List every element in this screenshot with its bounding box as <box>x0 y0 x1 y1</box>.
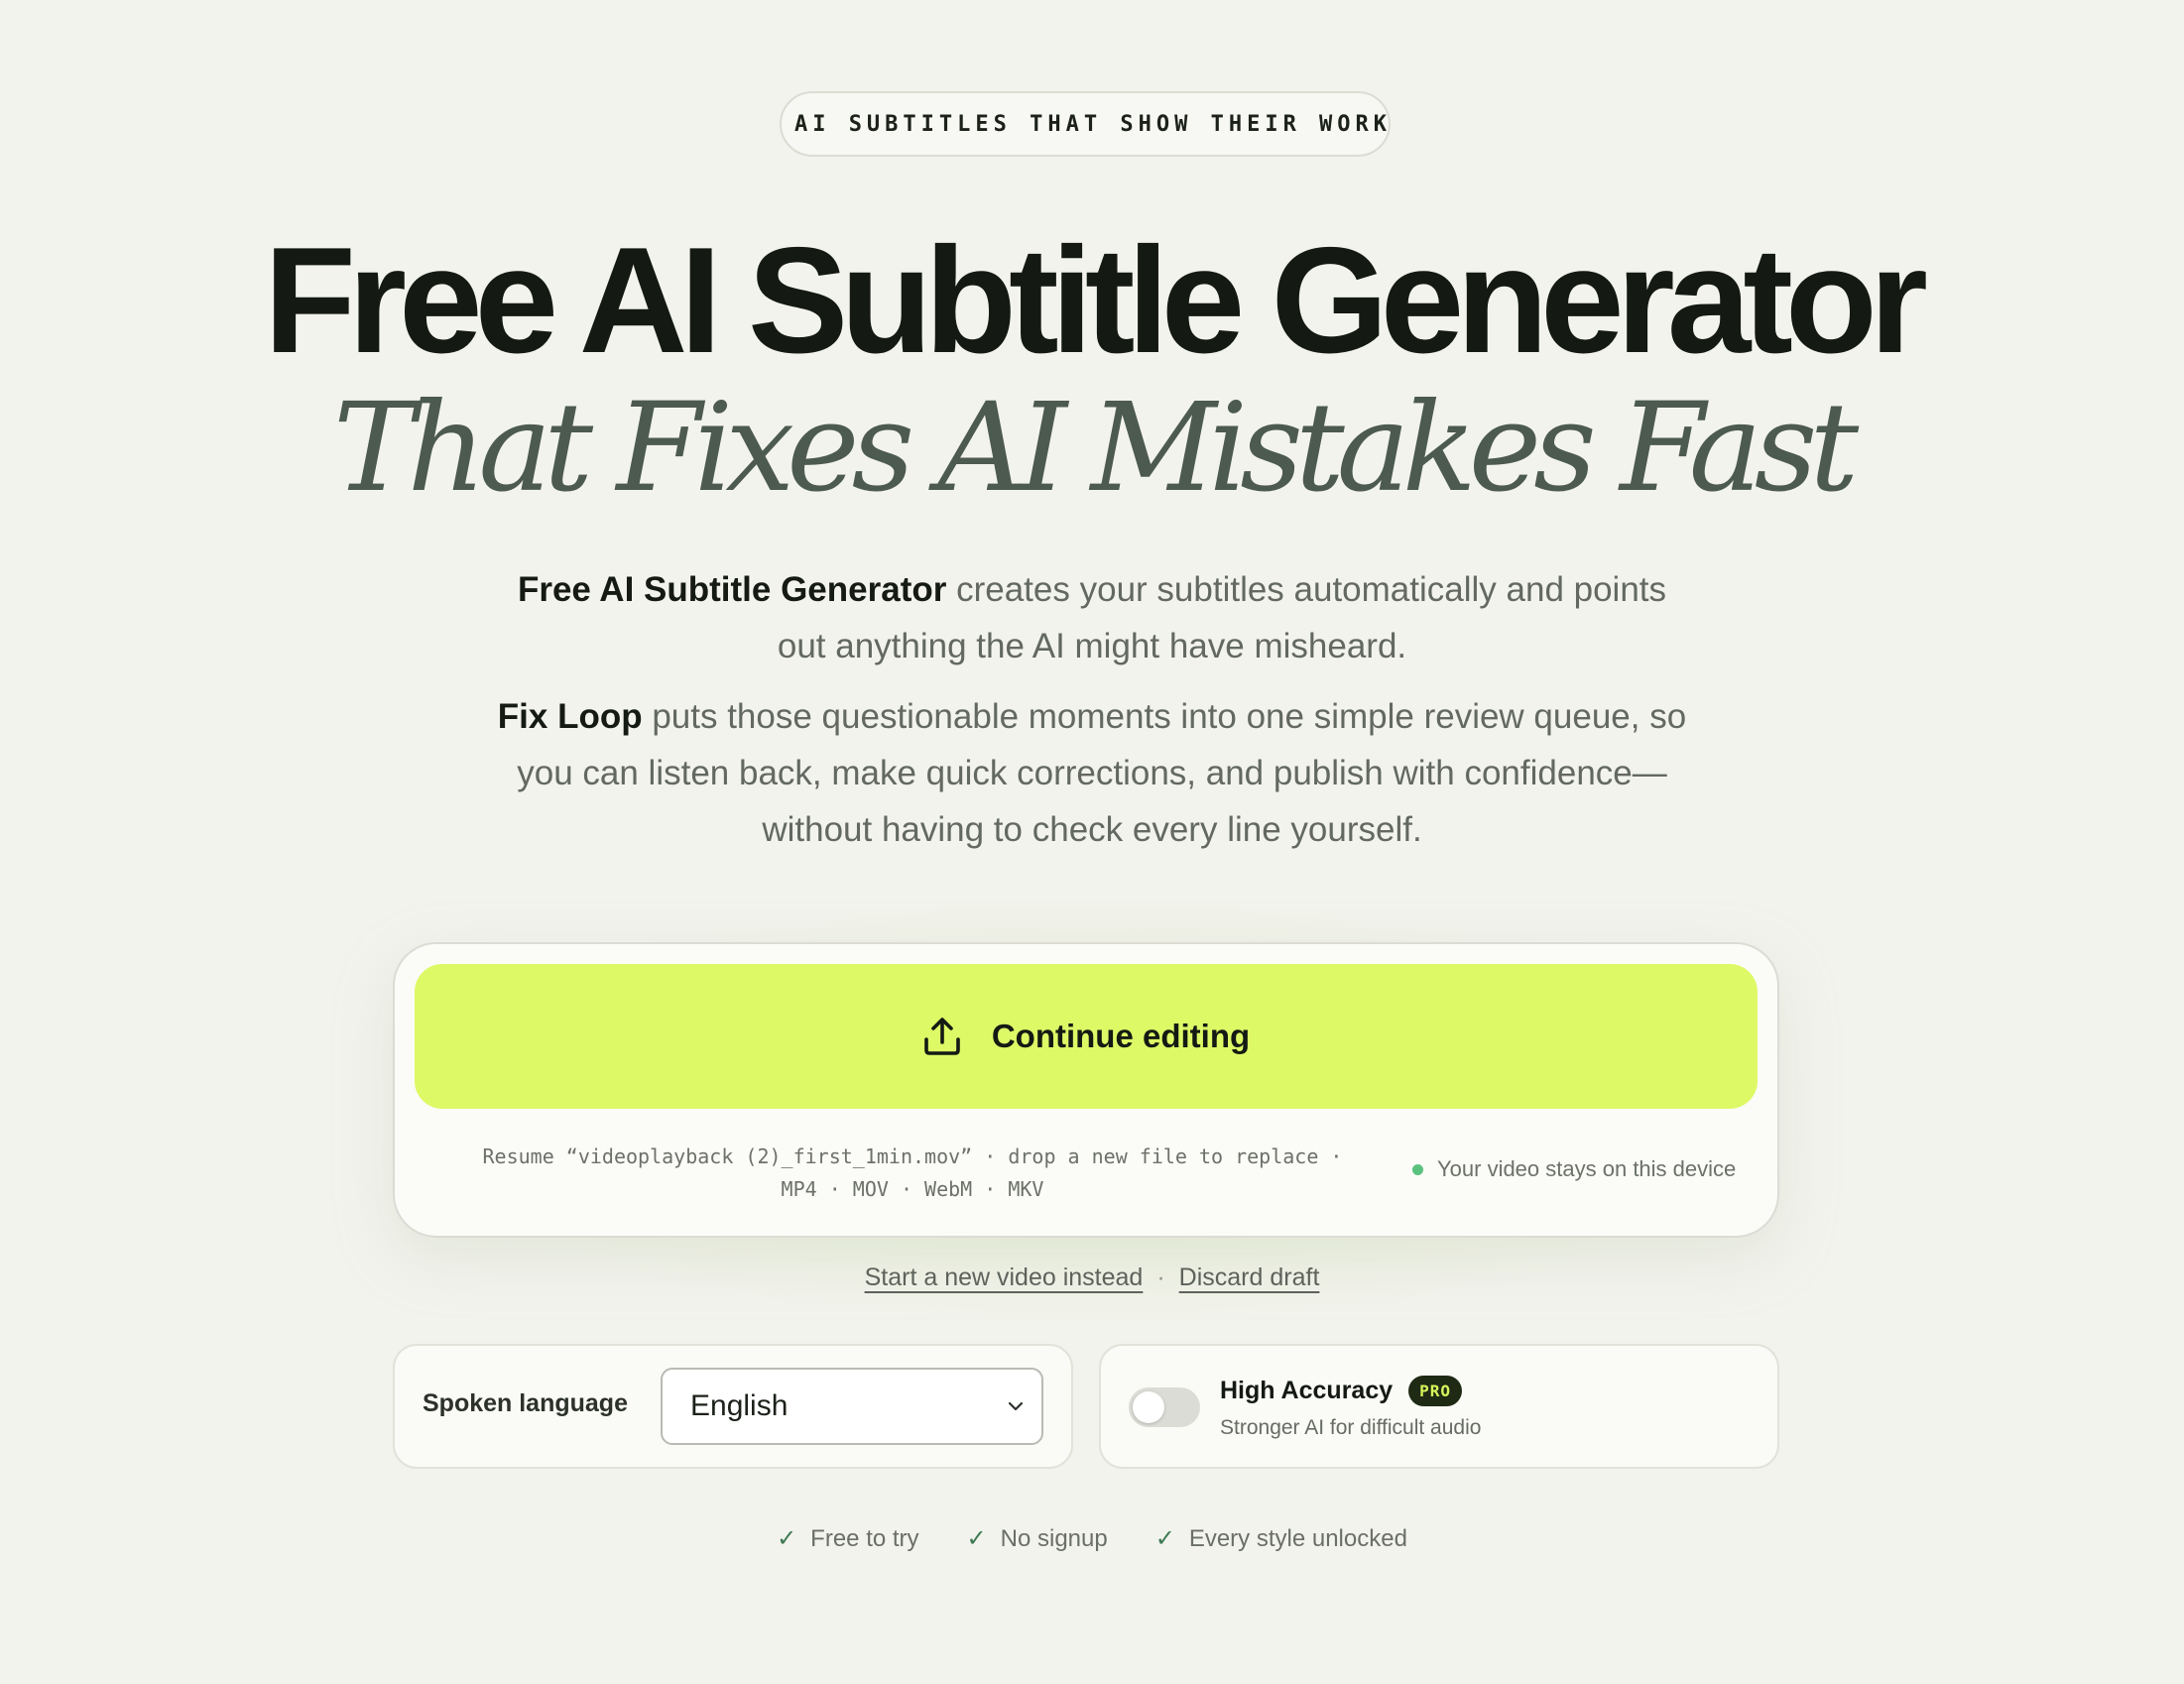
high-accuracy-label: High Accuracy <box>1220 1377 1394 1404</box>
continue-editing-label: Continue editing <box>991 1018 1251 1054</box>
feature-item: ✓ Free to try <box>777 1524 918 1553</box>
spoken-language-value: English <box>690 1389 789 1422</box>
pro-badge: PRO <box>1408 1376 1463 1406</box>
language-panel: Spoken language English <box>393 1344 1073 1469</box>
checkmark-icon: ✓ <box>777 1525 797 1552</box>
intro-paragraph: Free AI Subtitle Generator creates your … <box>496 561 1688 674</box>
feature-item: ✓ No signup <box>967 1524 1108 1553</box>
page-subtitle: That Fixes AI Mistakes Fast <box>332 377 1859 520</box>
feature-item: ✓ Every style unlocked <box>1155 1524 1407 1553</box>
fix-loop-text: puts those questionable moments into one… <box>517 697 1687 849</box>
feature-list: ✓ Free to try ✓ No signup ✓ Every style … <box>0 1524 2184 1553</box>
intro-bold: Free AI Subtitle Generator <box>517 570 947 609</box>
resume-file-text: Resume “videoplayback (2)_first_1min.mov… <box>482 1144 1343 1168</box>
page: AI SUBTITLES THAT SHOW THEIR WORK Free A… <box>0 0 2184 1684</box>
feature-label: No signup <box>1000 1524 1108 1552</box>
link-separator: · <box>1156 1263 1165 1291</box>
high-accuracy-toggle[interactable] <box>1129 1387 1200 1427</box>
spoken-language-label: Spoken language <box>423 1389 628 1417</box>
upload-icon <box>924 1018 960 1055</box>
resume-info: Resume “videoplayback (2)_first_1min.mov… <box>415 1141 1410 1206</box>
tagline-text: AI SUBTITLES THAT SHOW THEIR WORK <box>793 111 1393 137</box>
privacy-note-text: Your video stays on this device <box>1437 1156 1737 1181</box>
spoken-language-select[interactable]: English <box>661 1368 1043 1445</box>
high-accuracy-description: Stronger AI for difficult audio <box>1220 1416 1482 1439</box>
feature-label: Every style unlocked <box>1188 1524 1407 1552</box>
checkmark-icon: ✓ <box>966 1525 987 1552</box>
fix-loop-bold: Fix Loop <box>497 697 643 736</box>
start-new-video-link[interactable]: Start a new video instead <box>865 1263 1144 1291</box>
toggle-knob <box>1133 1391 1164 1423</box>
continue-editing-button[interactable]: Continue editing <box>415 964 1758 1109</box>
privacy-dot-icon <box>1412 1163 1423 1175</box>
feature-label: Free to try <box>810 1524 919 1552</box>
high-accuracy-panel: High Accuracy PRO Stronger AI for diffic… <box>1099 1344 1779 1469</box>
chevron-down-icon <box>1008 1401 1024 1411</box>
high-accuracy-title: High Accuracy PRO <box>1220 1376 1463 1406</box>
upload-card[interactable]: Continue editing Resume “videoplayback (… <box>393 942 1779 1238</box>
checkmark-icon: ✓ <box>1154 1525 1175 1552</box>
privacy-note: Your video stays on this device <box>1412 1156 1736 1182</box>
fix-loop-paragraph: Fix Loop puts those questionable moments… <box>496 688 1688 858</box>
draft-links: Start a new video instead · Discard draft <box>0 1263 2184 1292</box>
discard-draft-link[interactable]: Discard draft <box>1179 1263 1320 1291</box>
tagline-badge: AI SUBTITLES THAT SHOW THEIR WORK <box>780 91 1391 157</box>
page-title: Free AI Subtitle Generator <box>264 216 1928 385</box>
supported-formats: MP4 · MOV · WebM · MKV <box>781 1177 1044 1201</box>
